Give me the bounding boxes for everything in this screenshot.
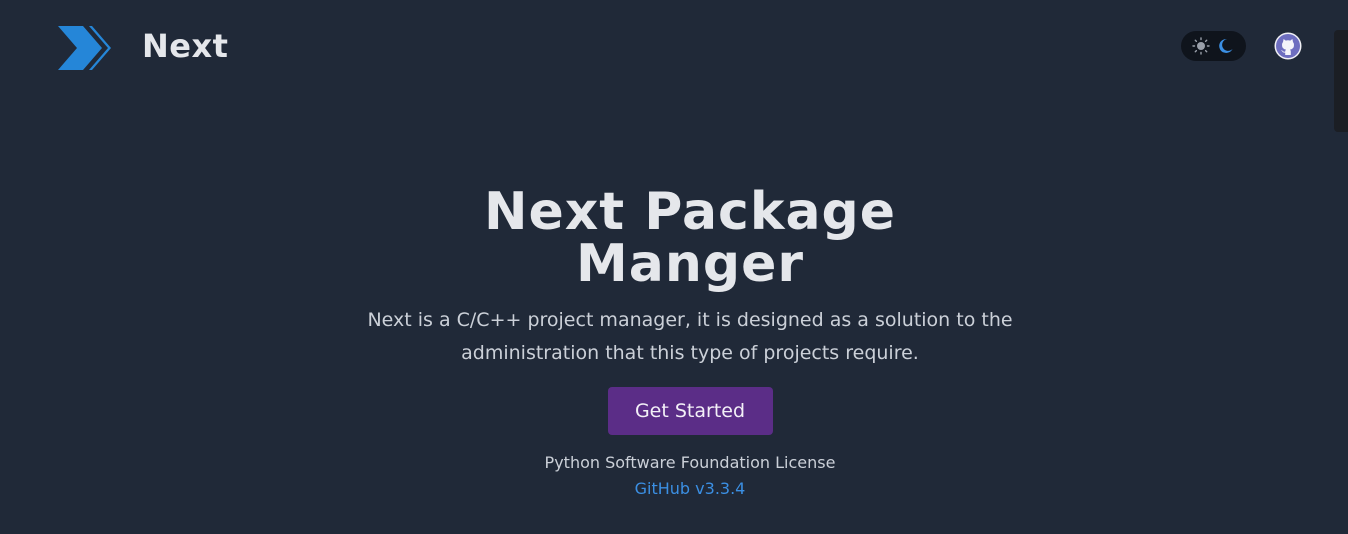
page: Next Next Package Manger Next is a C/C++… (0, 0, 1348, 534)
get-started-button[interactable]: Get Started (607, 387, 773, 435)
github-release-link[interactable]: GitHub v3.3.4 (0, 478, 1348, 500)
navbar: Next (0, 0, 1348, 132)
hero-description: Next is a C/C++ project manager, it is d… (367, 309, 1013, 364)
hero-section: Next Package Manger Next is a C/C++ proj… (0, 186, 1348, 500)
brand-name[interactable]: Next (142, 26, 228, 66)
scrollbar[interactable] (1334, 30, 1348, 132)
hero-title: Next Package Manger (483, 182, 897, 294)
license-text: Python Software Foundation License (544, 453, 836, 472)
sun-icon (1192, 37, 1210, 55)
theme-toggle[interactable] (1181, 31, 1246, 61)
next-logo-icon[interactable] (56, 24, 112, 72)
github-icon[interactable] (1274, 32, 1302, 60)
moon-icon (1219, 38, 1233, 53)
